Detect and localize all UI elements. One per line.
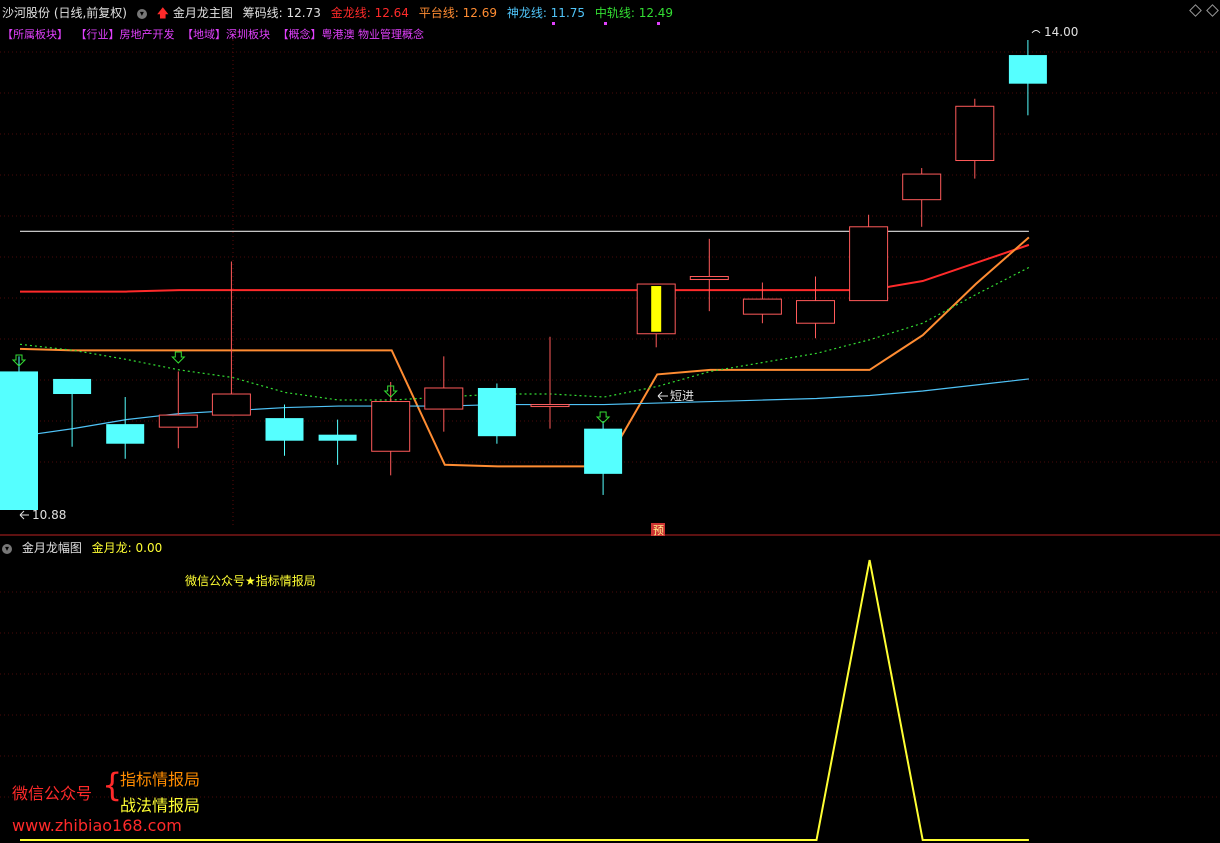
candle-body bbox=[477, 387, 516, 437]
candle-body bbox=[265, 418, 304, 441]
candle-body bbox=[955, 105, 995, 162]
candle-body bbox=[1008, 55, 1047, 84]
high-price-label: 14.00 bbox=[1044, 25, 1078, 39]
val-jinlong: 金龙线: 12.64 bbox=[330, 6, 409, 20]
candle-body bbox=[158, 414, 198, 428]
main-header: 沙河股份 (日线,前复权) ▾ 🡅 金月龙主图 筹码线: 12.73 金龙线: … bbox=[2, 4, 679, 25]
sector-bar: 【所属板块】 【行业】房地产开发 【地域】深圳板块 【概念】粤港澳 物业管理概念 bbox=[2, 26, 428, 42]
candle-body bbox=[371, 401, 411, 452]
candle-body bbox=[689, 276, 729, 281]
sub-header: ▾ 金月龙幅图 金月龙: 0.00 bbox=[2, 539, 168, 556]
sector-label[interactable]: 【所属板块】 bbox=[2, 28, 68, 41]
candle-body bbox=[0, 371, 38, 510]
candle-body bbox=[106, 424, 145, 444]
main-indicator-name[interactable]: 金月龙主图 bbox=[173, 6, 233, 20]
val-shenlong: 神龙线: 11.75 bbox=[506, 6, 586, 20]
high-marker-icon bbox=[1031, 30, 1041, 34]
low-price-label: 10.88 bbox=[32, 508, 66, 522]
forecast-label: 预 bbox=[653, 524, 664, 537]
candle-body bbox=[796, 300, 835, 324]
signal-bar bbox=[651, 286, 662, 332]
buy-arrow-icon bbox=[171, 351, 186, 364]
short-entry-label: 短进 bbox=[670, 389, 694, 403]
brand-url[interactable]: www.zhibiao168.com bbox=[12, 816, 182, 835]
candle-body bbox=[849, 226, 889, 302]
candle-body bbox=[318, 434, 357, 441]
arrow-left-icon bbox=[657, 391, 668, 401]
sub-indicator-name[interactable]: 金月龙幅图 bbox=[22, 541, 82, 555]
up-arrow-icon: 🡅 bbox=[156, 6, 169, 20]
candle-body bbox=[584, 428, 623, 474]
settings-circle-icon[interactable]: ▾ bbox=[136, 8, 147, 19]
low-marker-icon bbox=[19, 510, 29, 520]
candle-body bbox=[902, 173, 942, 201]
sector-concept[interactable]: 【概念】粤港澳 物业管理概念 bbox=[278, 28, 425, 41]
main-chart: 14.00 10.88 短进预 bbox=[0, 22, 1220, 841]
stock-title[interactable]: 沙河股份 (日线,前复权) bbox=[2, 6, 127, 20]
sub-indicator-value: 金月龙: 0.00 bbox=[91, 541, 163, 555]
val-chip: 筹码线: 12.73 bbox=[242, 6, 321, 20]
brand-line1: 指标情报局 bbox=[120, 770, 201, 789]
val-zhonggui: 中轨线: 12.49 bbox=[594, 6, 674, 20]
val-pingtai: 平台线: 12.69 bbox=[418, 6, 497, 20]
candle-body bbox=[211, 393, 251, 416]
candle-body bbox=[53, 378, 92, 395]
brand-line2: 战法情报局 bbox=[120, 796, 201, 815]
sector-region[interactable]: 【地域】深圳板块 bbox=[182, 28, 270, 41]
sector-industry[interactable]: 【行业】房地产开发 bbox=[76, 28, 175, 41]
candle-body bbox=[742, 298, 782, 315]
brand-pub: 微信公众号 bbox=[12, 784, 93, 803]
watermark-text: 微信公众号★指标情报局 bbox=[185, 574, 316, 588]
candle-body bbox=[530, 404, 570, 408]
sub-settings-circle-icon[interactable]: ▾ bbox=[2, 543, 12, 554]
candle-body bbox=[424, 387, 464, 410]
